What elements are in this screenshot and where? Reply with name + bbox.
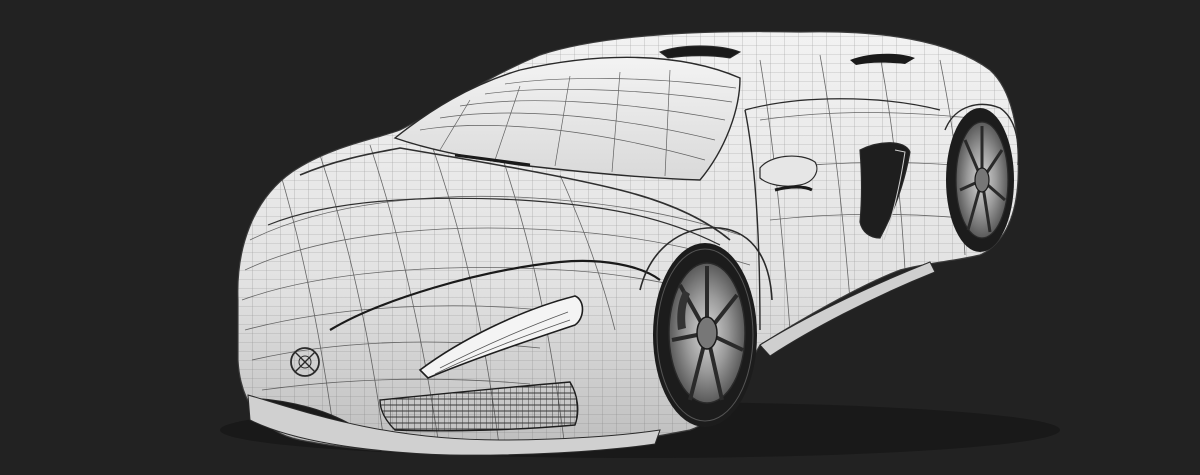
car-wireframe-render bbox=[0, 0, 1200, 475]
front-wheel bbox=[653, 243, 757, 427]
render-viewport bbox=[0, 0, 1200, 475]
rear-wheel bbox=[946, 108, 1014, 252]
